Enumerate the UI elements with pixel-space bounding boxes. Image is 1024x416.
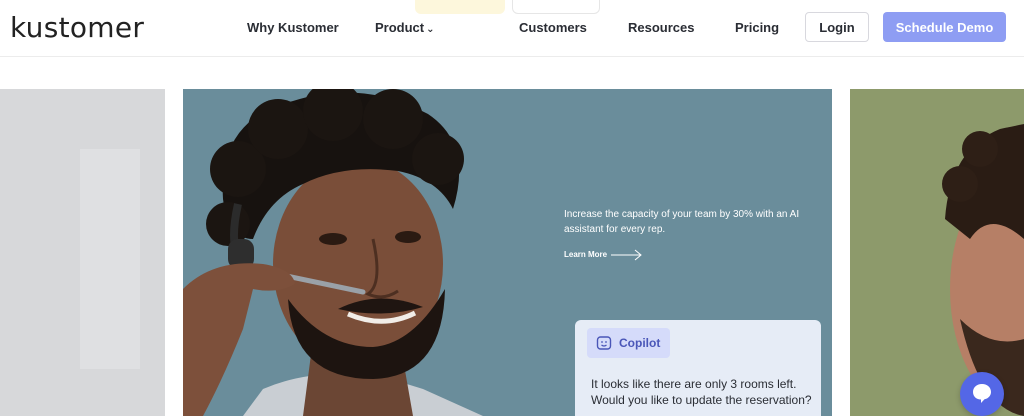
nav-why-kustomer[interactable]: Why Kustomer [247, 20, 339, 35]
carousel-slide-next[interactable] [850, 89, 1024, 416]
arrow-right-icon[interactable] [611, 249, 643, 261]
site-header: kustomer Why Kustomer Product ⌄ Customers… [0, 0, 1024, 57]
hero-headline: Increase the capacity of your team by 30… [564, 209, 800, 235]
schedule-demo-button[interactable]: Schedule Demo [883, 12, 1006, 42]
nav-resources[interactable]: Resources [628, 20, 694, 35]
nav-product[interactable]: Product ⌄ [375, 20, 435, 35]
copilot-face-icon [596, 336, 612, 350]
copilot-badge: Copilot [587, 328, 670, 358]
nav-customers[interactable]: Customers [519, 20, 587, 35]
chat-bubble-icon [973, 384, 991, 403]
carousel-slide-active: Increase the capacity of your team by 30… [183, 89, 832, 416]
copilot-message: It looks like there are only 3 rooms lef… [591, 377, 812, 407]
copilot-suggestion-card: Copilot It looks like there are only 3 r… [575, 320, 821, 416]
chevron-down-icon: ⌄ [426, 24, 435, 35]
nav-product-label: Product [375, 20, 425, 35]
nav-pricing[interactable]: Pricing [735, 20, 779, 35]
announcement-pill [415, 0, 505, 14]
copilot-label: Copilot [619, 336, 661, 350]
announcement-pill-secondary [512, 0, 600, 14]
learn-more-link[interactable]: Learn More [564, 250, 607, 259]
login-button[interactable]: Login [805, 12, 869, 42]
chat-launcher-button[interactable] [960, 372, 1004, 416]
slide-photo-placeholder [80, 149, 140, 369]
brand-logo[interactable]: kustomer [10, 11, 144, 44]
next-slide-photo [942, 124, 1024, 416]
carousel-slide-previous[interactable] [0, 89, 165, 416]
